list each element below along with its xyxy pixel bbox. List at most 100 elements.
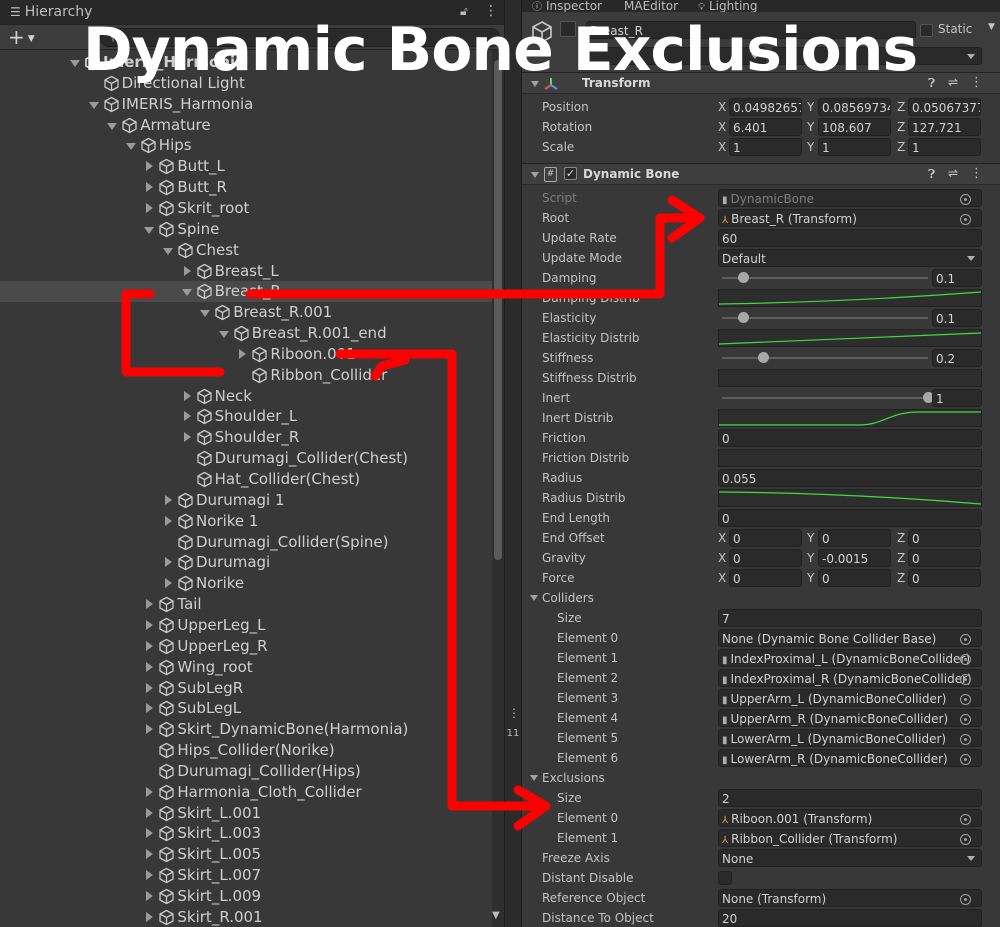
inert-distrib-curve-field[interactable] [718, 409, 982, 427]
expand-arrow-down-icon[interactable] [163, 247, 173, 255]
tree-row[interactable]: Breast_R.001_end [0, 323, 492, 344]
hierarchy-scroll-thumb[interactable] [494, 60, 502, 560]
collider-element-field[interactable]: ▮ IndexProximal_R (DynamicBoneCollider) [718, 669, 982, 687]
expand-arrow-right-icon[interactable] [239, 348, 247, 359]
tree-row[interactable]: Hips [0, 135, 492, 156]
expand-arrow-down-icon[interactable] [218, 331, 229, 339]
root-field[interactable]: ⅄ Breast_R (Transform) [718, 209, 982, 227]
expand-arrow-right-icon[interactable] [146, 724, 154, 735]
help-icon[interactable]: ❓︎ [928, 167, 935, 182]
tree-row[interactable]: Neck [0, 386, 492, 407]
end-offset-z-field[interactable]: 0 [908, 529, 981, 547]
dynamic-bone-header[interactable]: # ✓ Dynamic Bone ❓︎ ⇌ ⋮ [522, 163, 1000, 185]
expand-arrow-right-icon[interactable] [165, 578, 172, 589]
tree-row[interactable]: Skirt_L.001 [0, 803, 492, 824]
preset-icon[interactable]: ⇌ [948, 166, 958, 180]
expand-arrow-down-icon[interactable] [200, 310, 211, 318]
tree-row[interactable]: Durumagi [0, 552, 492, 573]
tree-row[interactable]: Butt_R [0, 177, 492, 198]
expand-arrow-down-icon[interactable] [88, 101, 99, 109]
expand-arrow-right-icon[interactable] [146, 849, 154, 860]
root-picker-icon[interactable] [960, 214, 971, 225]
distance-to-object-field[interactable]: 20 [718, 909, 982, 927]
expand-arrow-down-icon[interactable] [181, 289, 192, 297]
tree-row[interactable]: Durumagi 1 [0, 490, 492, 511]
tree-row[interactable]: Tail [0, 594, 492, 615]
expand-arrow-right-icon[interactable] [165, 557, 172, 568]
expand-arrow-down-icon[interactable] [144, 226, 155, 234]
divider-kebab-icon[interactable]: ⋮ [508, 706, 520, 720]
force-z-field[interactable]: 0 [908, 569, 981, 587]
tree-row[interactable]: Skirt_L.005 [0, 844, 492, 865]
exclusions-fold-icon[interactable] [530, 775, 538, 781]
elasticity-distrib-curve-field[interactable] [718, 329, 982, 347]
colliders-size-field[interactable]: 7 [718, 609, 982, 627]
rotation-x-field[interactable]: 6.401 [729, 118, 802, 136]
tree-row[interactable]: Breast_R.001 [0, 302, 492, 323]
exclusion-element-field[interactable]: ⅄ Riboon.001 (Transform) [718, 809, 982, 827]
tree-row[interactable]: Breast_L [0, 261, 492, 282]
tree-row[interactable]: SubLegL [0, 698, 492, 719]
expand-arrow-right-icon[interactable] [183, 265, 191, 276]
tree-row[interactable]: Skirt_L.003 [0, 823, 492, 844]
force-y-field[interactable]: 0 [818, 569, 891, 587]
expand-arrow-right-icon[interactable] [146, 202, 154, 213]
tree-row[interactable]: Armature [0, 115, 492, 136]
update-mode-field[interactable]: Default [718, 249, 982, 267]
expand-arrow-down-icon[interactable] [125, 143, 136, 151]
enabled-checkbox[interactable]: ✓ [564, 167, 577, 180]
expand-arrow-right-icon[interactable] [146, 911, 154, 922]
expand-arrow-right-icon[interactable] [146, 619, 154, 630]
object-picker-icon[interactable] [960, 754, 971, 765]
expand-arrow-right-icon[interactable] [183, 411, 191, 422]
tree-row[interactable]: SubLegR [0, 678, 492, 699]
inert-slider-track[interactable] [722, 397, 928, 399]
tree-row[interactable]: Shoulder_R [0, 427, 492, 448]
collider-element-field[interactable]: ▮ LowerArm_R (DynamicBoneCollider) [718, 749, 982, 767]
tree-row[interactable]: Skirt_L.007 [0, 865, 492, 886]
exclusion-element-field[interactable]: ⅄ Ribbon_Collider (Transform) [718, 829, 982, 847]
tree-row[interactable]: Shoulder_L [0, 406, 492, 427]
stiffness-slider-track[interactable] [722, 357, 928, 359]
expand-arrow-right-icon[interactable] [165, 515, 172, 526]
stiffness-slider-knob[interactable] [758, 352, 770, 363]
object-picker-icon[interactable] [960, 694, 971, 705]
gravity-z-field[interactable]: 0 [908, 549, 981, 567]
rotation-z-field[interactable]: 127.721 [908, 118, 981, 136]
expand-arrow-right-icon[interactable] [183, 432, 191, 443]
scale-x-field[interactable]: 1 [729, 138, 802, 156]
collider-element-field[interactable]: ▮ LowerArm_L (DynamicBoneCollider) [718, 729, 982, 747]
scale-y-field[interactable]: 1 [818, 138, 891, 156]
tree-row[interactable]: Ribbon_Collider [0, 365, 492, 386]
expand-arrow-right-icon[interactable] [146, 828, 154, 839]
reference-object-picker-icon[interactable] [960, 894, 971, 905]
expand-arrow-right-icon[interactable] [146, 703, 154, 714]
tree-row[interactable]: Durumagi_Collider(Hips) [0, 761, 492, 782]
exclusions-size-field[interactable]: 2 [718, 789, 982, 807]
expand-arrow-right-icon[interactable] [165, 494, 172, 505]
tree-row[interactable]: Wing_root [0, 657, 492, 678]
distant-disable-checkbox[interactable] [718, 871, 732, 885]
friction-field[interactable]: 0 [718, 429, 982, 447]
end-length-field[interactable]: 0 [718, 509, 982, 527]
tree-row[interactable]: UpperLeg_L [0, 615, 492, 636]
damping-slider-track[interactable] [722, 277, 928, 279]
panel-divider[interactable]: ⋮ 11 [504, 0, 522, 927]
reference-object-field[interactable]: None (Transform) [718, 889, 982, 907]
tree-row[interactable]: Hips_Collider(Norike) [0, 740, 492, 761]
tree-row[interactable]: IMERIS_Harmonia [0, 94, 492, 115]
position-z-field[interactable]: 0.05067377 [908, 98, 981, 116]
tree-row[interactable]: Durumagi_Collider(Spine) [0, 532, 492, 553]
stiffness-distrib-curve-field[interactable] [718, 369, 982, 387]
expand-arrow-right-icon[interactable] [146, 599, 154, 610]
script-picker-icon[interactable] [960, 194, 971, 205]
damping-slider-knob[interactable] [737, 272, 749, 283]
object-picker-icon[interactable] [960, 834, 971, 845]
tree-row[interactable]: Riboon.001 [0, 344, 492, 365]
object-picker-icon[interactable] [960, 654, 971, 665]
radius-distrib-curve-field[interactable] [718, 489, 982, 507]
colliders-fold-icon[interactable] [530, 595, 538, 601]
end-offset-x-field[interactable]: 0 [729, 529, 802, 547]
update-rate-field[interactable]: 60 [718, 229, 982, 247]
expand-arrow-right-icon[interactable] [146, 870, 154, 881]
